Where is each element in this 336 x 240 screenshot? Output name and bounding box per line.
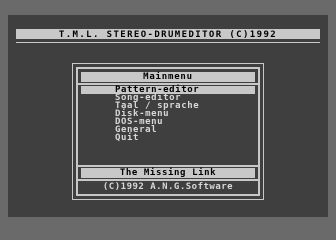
menu-item-quit[interactable]: Quit: [81, 134, 255, 143]
footer-divider-top: [78, 165, 258, 167]
footer-divider-bottom: [78, 179, 258, 181]
menu-item-dos-menu[interactable]: DOS-menu: [81, 118, 255, 127]
footer-label: The Missing Link: [81, 168, 255, 178]
copyright-text: (C)1992 A.N.G.Software: [102, 182, 234, 192]
menu-item-disk-menu[interactable]: Disk-menu: [81, 110, 255, 119]
main-menu-dialog: Mainmenu Pattern-editor Song-editor Taal…: [76, 67, 260, 196]
screen: T.M.L. STEREO-DRUMEDITOR (C)1992 Mainmen…: [8, 15, 328, 217]
title-rule: [16, 42, 320, 43]
app-title-bar: T.M.L. STEREO-DRUMEDITOR (C)1992: [16, 31, 320, 40]
main-menu-list: Pattern-editor Song-editor Taal / sprach…: [81, 86, 255, 143]
main-menu-header: Mainmenu: [81, 72, 255, 82]
menu-item-general[interactable]: General: [81, 126, 255, 135]
